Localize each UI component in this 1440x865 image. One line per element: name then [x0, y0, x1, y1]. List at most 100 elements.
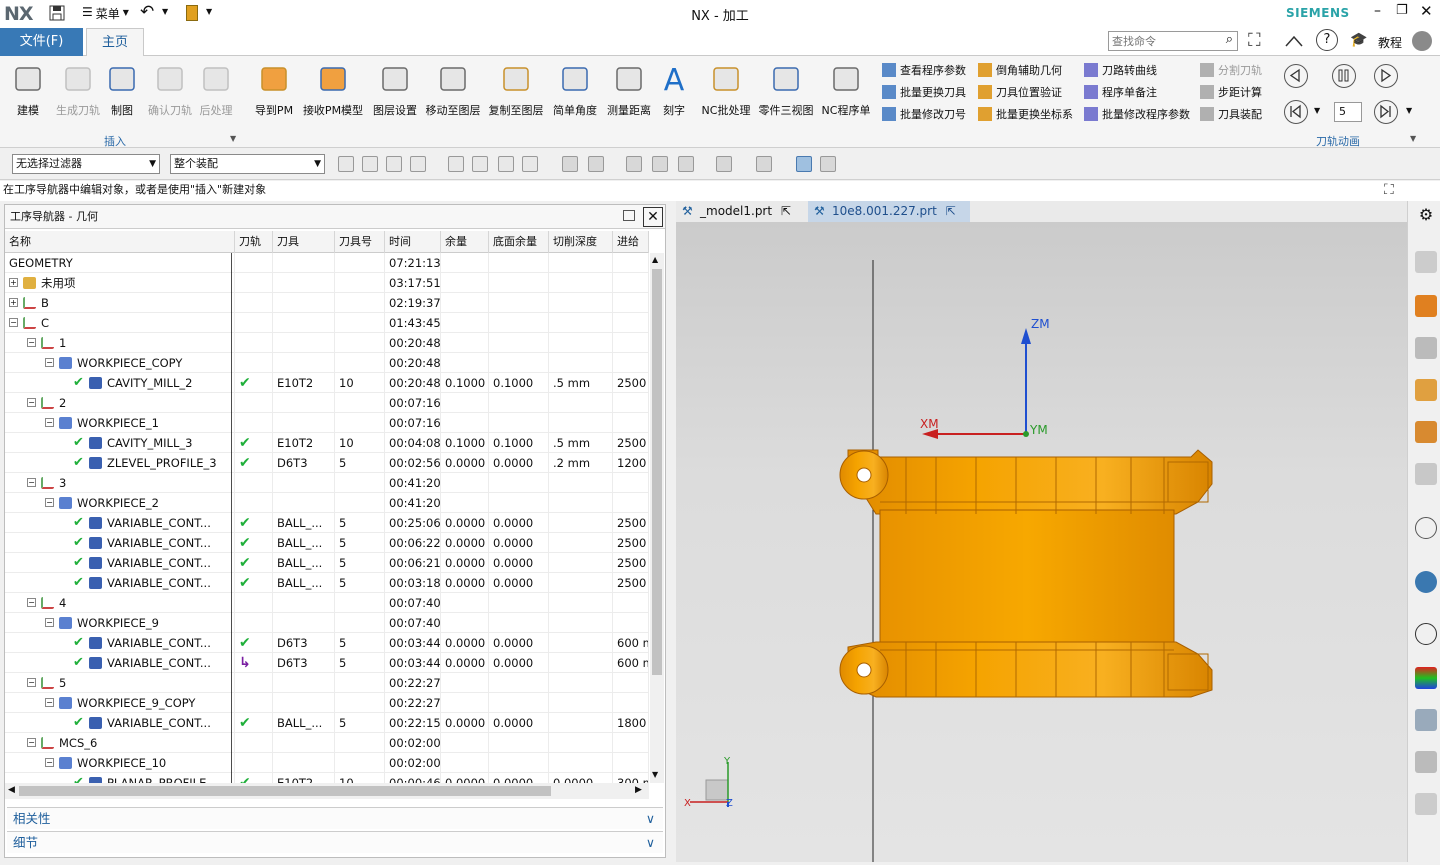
tree-node-name[interactable]: − WORKPIECE_10 — [5, 753, 235, 773]
scroll-thumb[interactable] — [652, 269, 662, 675]
help-icon[interactable]: ? — [1316, 29, 1338, 51]
tools-icon[interactable] — [1415, 751, 1437, 773]
quick-access-dropdown-icon[interactable]: ▼ — [206, 7, 212, 16]
tree-node-name[interactable]: ✔ VARIABLE_CONT... — [5, 573, 235, 593]
column-header[interactable]: 余量 — [441, 231, 489, 253]
color-palette-icon[interactable] — [1415, 667, 1437, 689]
component-icon[interactable] — [498, 156, 514, 172]
tree-row[interactable]: + 未用项 03:17:51 — [5, 273, 649, 293]
tree-node-name[interactable]: GEOMETRY — [5, 253, 235, 273]
tree-node-name[interactable]: −1 — [5, 333, 235, 353]
doc-tab-active-part[interactable]: ⚒ 10e8.001.227.prt ⇱ ✕ — [808, 201, 970, 239]
maximize-graphics-icon[interactable]: ⛶ — [1384, 182, 1394, 198]
group-dropdown-icon[interactable]: ▼ — [230, 134, 236, 143]
command-search[interactable]: ⌕ — [1108, 31, 1238, 51]
tab-pin-icon[interactable]: ⇱ — [781, 204, 791, 218]
shading-icon[interactable] — [716, 156, 732, 172]
user-avatar[interactable] — [1412, 31, 1432, 51]
show-hide-icon[interactable] — [820, 156, 836, 172]
scroll-up-icon[interactable]: ▲ — [652, 255, 658, 264]
tree-node-name[interactable]: + 未用项 — [5, 273, 235, 293]
tree-node-name[interactable]: − WORKPIECE_1 — [5, 413, 235, 433]
web-browser-icon[interactable] — [1415, 571, 1437, 593]
ribbon-button-9[interactable]: 复制至图层 — [487, 60, 545, 130]
ribbon-button-3[interactable]: 确认刀轨 — [146, 60, 194, 130]
ribbon-button-13[interactable]: NC批处理 — [700, 60, 752, 130]
ribbon-button-10[interactable]: 简单角度 — [552, 60, 598, 130]
tree-node-name[interactable]: ✔ PLANAR_PROFILE — [5, 773, 235, 783]
column-header[interactable]: 切削深度 — [549, 231, 613, 253]
ribbon-button-0[interactable]: 建模 — [8, 60, 48, 130]
tree-node-name[interactable]: ✔ VARIABLE_CONT... — [5, 533, 235, 553]
tree-row[interactable]: ✔ VARIABLE_CONT... ✔ BALL_... 5 00:06:21 0.000… — [5, 553, 649, 573]
ribbon-button-7[interactable]: 图层设置 — [372, 60, 418, 130]
tab-home[interactable]: 主页 — [86, 28, 144, 57]
tree-row[interactable]: ✔ VARIABLE_CONT... ✔ D6T3 5 00:03:44 0.0000 0.0… — [5, 633, 649, 653]
tree-row[interactable]: ✔ VARIABLE_CONT... ✔ BALL_... 5 00:03:18 0.000… — [5, 573, 649, 593]
tree-row[interactable]: GEOMETRY 07:21:13 — [5, 253, 649, 273]
fit-view-icon[interactable] — [678, 156, 694, 172]
hscroll-thumb[interactable] — [19, 786, 551, 796]
info-icon[interactable] — [1415, 517, 1437, 539]
tree-node-name[interactable]: − MCS_6 — [5, 733, 235, 753]
tree-row[interactable]: − WORKPIECE_1 00:07:16 — [5, 413, 649, 433]
undo-icon[interactable]: ↶ — [140, 2, 154, 22]
system-materials-icon[interactable] — [1415, 793, 1437, 815]
column-header[interactable]: 底面余量 — [489, 231, 549, 253]
navigator-close-button[interactable]: ✕ — [643, 207, 663, 227]
ribbon-button-15[interactable]: NC程序单 — [818, 60, 874, 130]
tree-node-name[interactable]: −2 — [5, 393, 235, 413]
ribbon-small-button-0-1[interactable]: 倒角辅助几何 — [978, 60, 1062, 80]
expand-toggle-icon[interactable]: − — [45, 418, 54, 427]
reuse-library-icon[interactable] — [1415, 463, 1437, 485]
tree-row[interactable]: + B 02:19:37 — [5, 293, 649, 313]
tree-row[interactable]: −1 00:20:48 — [5, 333, 649, 353]
assembly-scope-dropdown[interactable]: 整个装配 ▼ — [170, 154, 325, 174]
tree-row[interactable]: ✔ VARIABLE_CONT... ✔ BALL_... 5 00:25:06 0.000… — [5, 513, 649, 533]
tree-node-name[interactable]: − WORKPIECE_2 — [5, 493, 235, 513]
minimize-button[interactable]: – — [1374, 3, 1381, 19]
anim-last-dropdown-icon[interactable]: ▼ — [1406, 106, 1412, 115]
tree-row[interactable]: ✔ PLANAR_PROFILE ✔ E10T2 10 00:00:46 0.0000 0.0… — [5, 773, 649, 783]
settings-gear-icon[interactable]: ⚙ — [1415, 205, 1437, 227]
hidden-icon[interactable] — [652, 156, 668, 172]
constraint-navigator-icon[interactable] — [1415, 337, 1437, 359]
tree-node-name[interactable]: −4 — [5, 593, 235, 613]
ribbon-button-11[interactable]: 测量距离 — [606, 60, 652, 130]
graphics-window[interactable]: ZM XM YM Y X Z — [676, 222, 1407, 862]
menu-button[interactable]: ☰ 菜单 ▼ — [82, 5, 129, 22]
tree-node-name[interactable]: ✔ VARIABLE_CONT... — [5, 713, 235, 733]
filter-icon[interactable] — [386, 156, 402, 172]
ribbon-button-2[interactable]: 制图 — [102, 60, 142, 130]
box-wire-icon[interactable] — [588, 156, 604, 172]
tree-row[interactable]: −3 00:41:20 — [5, 473, 649, 493]
machine-tool-navigator-icon[interactable] — [1415, 421, 1437, 443]
anim-play-button[interactable] — [1374, 64, 1398, 88]
tree-row[interactable]: − MCS_6 00:02:00 — [5, 733, 649, 753]
navigator-restore-icon[interactable] — [623, 210, 635, 221]
tree-node-name[interactable]: −3 — [5, 473, 235, 493]
expand-toggle-icon[interactable]: − — [45, 698, 54, 707]
select-face-icon[interactable] — [362, 156, 378, 172]
close-button[interactable]: ✕ — [1420, 2, 1433, 20]
expand-toggle-icon[interactable]: + — [9, 298, 18, 307]
tree-row[interactable]: − WORKPIECE_9 00:07:40 — [5, 613, 649, 633]
column-header[interactable]: 进给 — [613, 231, 649, 253]
tree-node-name[interactable]: ✔ CAVITY_MILL_3 — [5, 433, 235, 453]
add-icon[interactable] — [522, 156, 538, 172]
snap-icon[interactable] — [448, 156, 464, 172]
expand-toggle-icon[interactable]: − — [27, 738, 36, 747]
tab-pin-icon[interactable]: ⇱ — [946, 204, 956, 218]
ribbon-small-button-1-0[interactable]: 批量更换刀具 — [882, 82, 966, 102]
scroll-left-icon[interactable]: ◀ — [8, 785, 15, 795]
ribbon-button-12[interactable]: A 刻字 — [656, 60, 692, 130]
history-clock-icon[interactable] — [1415, 623, 1437, 645]
tree-node-name[interactable]: −5 — [5, 673, 235, 693]
box-shade-icon[interactable] — [562, 156, 578, 172]
chevron-down-icon[interactable]: ∨ — [646, 832, 655, 854]
ribbon-small-button-0-2[interactable]: 刀路转曲线 — [1084, 60, 1157, 80]
select-feature-icon[interactable] — [338, 156, 354, 172]
scroll-right-icon[interactable]: ▶ — [635, 785, 642, 795]
tree-node-name[interactable]: − WORKPIECE_COPY — [5, 353, 235, 373]
navigator-horizontal-scrollbar[interactable]: ◀ ▶ — [5, 783, 649, 799]
